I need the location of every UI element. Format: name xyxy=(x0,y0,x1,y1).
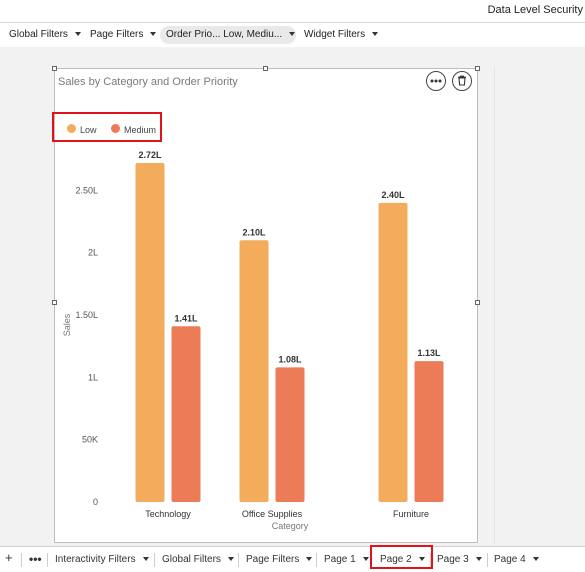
bar-low-technology xyxy=(135,163,165,502)
bar-data-label: 2.40L xyxy=(381,190,405,200)
bar-data-label: 2.10L xyxy=(242,227,266,237)
tab-separator xyxy=(154,553,155,567)
tab-label: Page 3 xyxy=(437,554,469,565)
chevron-down-icon xyxy=(475,557,482,562)
active-tab-highlight xyxy=(370,545,433,569)
tab-separator xyxy=(238,553,239,567)
y-axis-label: Sales xyxy=(62,313,72,336)
tab-label: Page 4 xyxy=(494,554,526,565)
chevron-down-icon xyxy=(142,557,149,562)
bar-low-furniture xyxy=(378,202,408,502)
tab-page-1[interactable]: Page 1 xyxy=(324,554,369,565)
bar-data-label: 2.72L xyxy=(138,150,162,160)
y-tick-label: 2L xyxy=(88,248,98,258)
more-horizontal-icon[interactable]: ••• xyxy=(29,552,42,566)
tab-separator xyxy=(316,553,317,567)
bar-data-label: 1.08L xyxy=(278,354,302,364)
tab-label: Global Filters xyxy=(162,554,221,565)
page-tab-bar: + ••• Interactivity Filters Global Filte… xyxy=(0,546,585,572)
tab-separator xyxy=(47,553,48,567)
tab-separator xyxy=(21,553,22,567)
bar-medium-office-supplies xyxy=(275,367,305,502)
tab-global-filters[interactable]: Global Filters xyxy=(162,554,234,565)
bar-data-label: 1.41L xyxy=(174,313,198,323)
y-tick-label: 1L xyxy=(88,372,98,382)
x-tick-label: Furniture xyxy=(393,509,429,519)
tab-separator xyxy=(487,553,488,567)
tab-label: Interactivity Filters xyxy=(55,554,136,565)
chevron-down-icon xyxy=(362,557,369,562)
tab-label: Page 1 xyxy=(324,554,356,565)
x-axis-label: Category xyxy=(272,521,309,531)
x-tick-label: Technology xyxy=(145,509,191,519)
y-tick-label: 1.50L xyxy=(75,310,98,320)
plus-icon[interactable]: + xyxy=(5,550,13,565)
bar-low-office-supplies xyxy=(239,240,269,502)
bar-medium-technology xyxy=(171,326,201,502)
y-tick-label: 0 xyxy=(93,497,98,507)
chevron-down-icon xyxy=(532,557,539,562)
chevron-down-icon xyxy=(306,557,313,562)
bar-data-label: 1.13L xyxy=(417,348,441,358)
tab-page-3[interactable]: Page 3 xyxy=(437,554,482,565)
bar-chart: 0 50K 1L 1.50L 2L 2.50L Sales 2.72L 1.41L Technol… xyxy=(62,150,444,531)
tab-interactivity-filters[interactable]: Interactivity Filters xyxy=(55,554,149,565)
chevron-down-icon xyxy=(227,557,234,562)
y-tick-label: 50K xyxy=(82,435,98,445)
y-tick-label: 2.50L xyxy=(75,185,98,195)
tab-page-4[interactable]: Page 4 xyxy=(494,554,539,565)
bar-medium-furniture xyxy=(414,361,444,502)
tab-page-filters[interactable]: Page Filters xyxy=(246,554,313,565)
tab-label: Page Filters xyxy=(246,554,300,565)
x-tick-label: Office Supplies xyxy=(242,509,303,519)
